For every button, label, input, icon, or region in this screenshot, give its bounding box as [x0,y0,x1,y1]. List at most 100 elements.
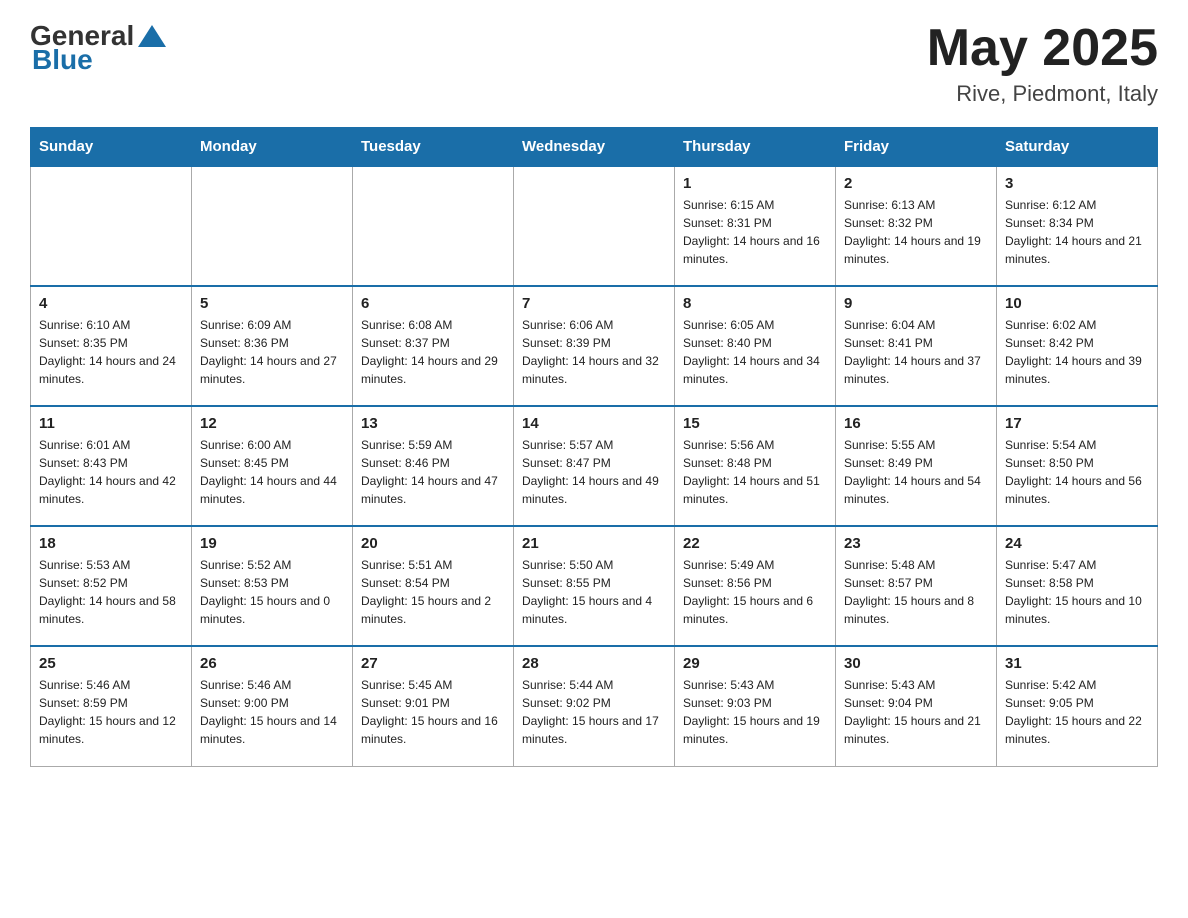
day-number: 3 [1005,175,1149,192]
calendar-cell: 15 Sunrise: 5:56 AM Sunset: 8:48 PM Dayli… [675,406,836,526]
day-number: 30 [844,655,988,672]
calendar-cell: 27 Sunrise: 5:45 AM Sunset: 9:01 PM Dayli… [353,646,514,766]
day-number: 7 [522,295,666,312]
day-number: 4 [39,295,183,312]
day-info: Sunrise: 5:54 AM Sunset: 8:50 PM Dayligh… [1005,436,1149,508]
col-monday: Monday [192,128,353,167]
calendar-cell: 3Sunrise: 6:12 AM Sunset: 8:34 PM Daylig… [997,166,1158,286]
calendar-cell: 19 Sunrise: 5:52 AM Sunset: 8:53 PM Dayli… [192,526,353,646]
calendar-cell [192,166,353,286]
day-info: Sunrise: 5:55 AM Sunset: 8:49 PM Dayligh… [844,436,988,508]
day-number: 8 [683,295,827,312]
calendar-cell: 5 Sunrise: 6:09 AM Sunset: 8:36 PM Daylig… [192,286,353,406]
day-info: Sunrise: 6:09 AM Sunset: 8:36 PM Dayligh… [200,316,344,388]
day-info: Sunrise: 6:01 AM Sunset: 8:43 PM Dayligh… [39,436,183,508]
calendar-cell: 16 Sunrise: 5:55 AM Sunset: 8:49 PM Dayli… [836,406,997,526]
day-info: Sunrise: 5:52 AM Sunset: 8:53 PM Dayligh… [200,556,344,628]
day-number: 19 [200,535,344,552]
day-info: Sunrise: 5:46 AM Sunset: 8:59 PM Dayligh… [39,676,183,748]
day-info: Sunrise: 5:49 AM Sunset: 8:56 PM Dayligh… [683,556,827,628]
day-number: 24 [1005,535,1149,552]
calendar-cell: 9 Sunrise: 6:04 AM Sunset: 8:41 PM Daylig… [836,286,997,406]
day-info: Sunrise: 6:06 AM Sunset: 8:39 PM Dayligh… [522,316,666,388]
calendar-cell [514,166,675,286]
calendar-cell: 28 Sunrise: 5:44 AM Sunset: 9:02 PM Dayli… [514,646,675,766]
week-row-4: 18Sunrise: 5:53 AM Sunset: 8:52 PM Dayli… [31,526,1158,646]
week-row-2: 4 Sunrise: 6:10 AM Sunset: 8:35 PM Daylig… [31,286,1158,406]
calendar-cell: 8 Sunrise: 6:05 AM Sunset: 8:40 PM Daylig… [675,286,836,406]
day-number: 26 [200,655,344,672]
col-sunday: Sunday [31,128,192,167]
day-info: Sunrise: 5:50 AM Sunset: 8:55 PM Dayligh… [522,556,666,628]
calendar-cell: 17 Sunrise: 5:54 AM Sunset: 8:50 PM Dayli… [997,406,1158,526]
day-number: 5 [200,295,344,312]
day-number: 28 [522,655,666,672]
day-info: Sunrise: 6:15 AM Sunset: 8:31 PM Dayligh… [683,196,827,268]
title-block: May 2025 Rive, Piedmont, Italy [927,20,1158,107]
day-info: Sunrise: 5:56 AM Sunset: 8:48 PM Dayligh… [683,436,827,508]
calendar-cell: 23 Sunrise: 5:48 AM Sunset: 8:57 PM Dayli… [836,526,997,646]
day-number: 31 [1005,655,1149,672]
day-info: Sunrise: 6:10 AM Sunset: 8:35 PM Dayligh… [39,316,183,388]
day-number: 6 [361,295,505,312]
calendar-cell: 24 Sunrise: 5:47 AM Sunset: 8:58 PM Dayli… [997,526,1158,646]
day-number: 2 [844,175,988,192]
day-number: 29 [683,655,827,672]
day-number: 27 [361,655,505,672]
day-info: Sunrise: 5:43 AM Sunset: 9:04 PM Dayligh… [844,676,988,748]
calendar-cell: 22Sunrise: 5:49 AM Sunset: 8:56 PM Dayli… [675,526,836,646]
calendar-cell [353,166,514,286]
calendar-cell: 10 Sunrise: 6:02 AM Sunset: 8:42 PM Dayli… [997,286,1158,406]
day-number: 13 [361,415,505,432]
day-info: Sunrise: 6:02 AM Sunset: 8:42 PM Dayligh… [1005,316,1149,388]
calendar-cell: 11 Sunrise: 6:01 AM Sunset: 8:43 PM Dayli… [31,406,192,526]
col-friday: Friday [836,128,997,167]
day-number: 25 [39,655,183,672]
logo-blue-text: Blue [32,44,93,76]
day-info: Sunrise: 5:48 AM Sunset: 8:57 PM Dayligh… [844,556,988,628]
calendar-header-row: Sunday Monday Tuesday Wednesday Thursday… [31,128,1158,167]
week-row-5: 25 Sunrise: 5:46 AM Sunset: 8:59 PM Dayli… [31,646,1158,766]
col-thursday: Thursday [675,128,836,167]
calendar-cell: 2 Sunrise: 6:13 AM Sunset: 8:32 PM Daylig… [836,166,997,286]
calendar-cell: 29 Sunrise: 5:43 AM Sunset: 9:03 PM Dayli… [675,646,836,766]
day-info: Sunrise: 5:47 AM Sunset: 8:58 PM Dayligh… [1005,556,1149,628]
calendar-cell: 25 Sunrise: 5:46 AM Sunset: 8:59 PM Dayli… [31,646,192,766]
day-info: Sunrise: 5:44 AM Sunset: 9:02 PM Dayligh… [522,676,666,748]
location-subtitle: Rive, Piedmont, Italy [927,81,1158,107]
day-info: Sunrise: 6:04 AM Sunset: 8:41 PM Dayligh… [844,316,988,388]
day-info: Sunrise: 6:08 AM Sunset: 8:37 PM Dayligh… [361,316,505,388]
day-info: Sunrise: 5:45 AM Sunset: 9:01 PM Dayligh… [361,676,505,748]
day-info: Sunrise: 5:46 AM Sunset: 9:00 PM Dayligh… [200,676,344,748]
day-info: Sunrise: 6:13 AM Sunset: 8:32 PM Dayligh… [844,196,988,268]
calendar-cell: 14 Sunrise: 5:57 AM Sunset: 8:47 PM Dayli… [514,406,675,526]
week-row-3: 11 Sunrise: 6:01 AM Sunset: 8:43 PM Dayli… [31,406,1158,526]
calendar-cell: 26 Sunrise: 5:46 AM Sunset: 9:00 PM Dayli… [192,646,353,766]
day-number: 9 [844,295,988,312]
day-number: 15 [683,415,827,432]
calendar-cell [31,166,192,286]
calendar-table: Sunday Monday Tuesday Wednesday Thursday… [30,127,1158,767]
calendar-cell: 12Sunrise: 6:00 AM Sunset: 8:45 PM Dayli… [192,406,353,526]
day-number: 14 [522,415,666,432]
page-header: General Blue May 2025 Rive, Piedmont, It… [30,20,1158,107]
day-number: 16 [844,415,988,432]
day-number: 23 [844,535,988,552]
month-year-title: May 2025 [927,20,1158,77]
day-info: Sunrise: 5:57 AM Sunset: 8:47 PM Dayligh… [522,436,666,508]
day-info: Sunrise: 5:42 AM Sunset: 9:05 PM Dayligh… [1005,676,1149,748]
logo: General Blue [30,20,166,76]
calendar-cell: 1Sunrise: 6:15 AM Sunset: 8:31 PM Daylig… [675,166,836,286]
col-saturday: Saturday [997,128,1158,167]
day-info: Sunrise: 5:43 AM Sunset: 9:03 PM Dayligh… [683,676,827,748]
calendar-cell: 7 Sunrise: 6:06 AM Sunset: 8:39 PM Daylig… [514,286,675,406]
day-number: 11 [39,415,183,432]
calendar-cell: 13 Sunrise: 5:59 AM Sunset: 8:46 PM Dayli… [353,406,514,526]
day-info: Sunrise: 6:05 AM Sunset: 8:40 PM Dayligh… [683,316,827,388]
day-info: Sunrise: 5:59 AM Sunset: 8:46 PM Dayligh… [361,436,505,508]
day-number: 10 [1005,295,1149,312]
col-wednesday: Wednesday [514,128,675,167]
day-info: Sunrise: 5:51 AM Sunset: 8:54 PM Dayligh… [361,556,505,628]
day-number: 17 [1005,415,1149,432]
logo-triangle-icon [138,25,166,47]
